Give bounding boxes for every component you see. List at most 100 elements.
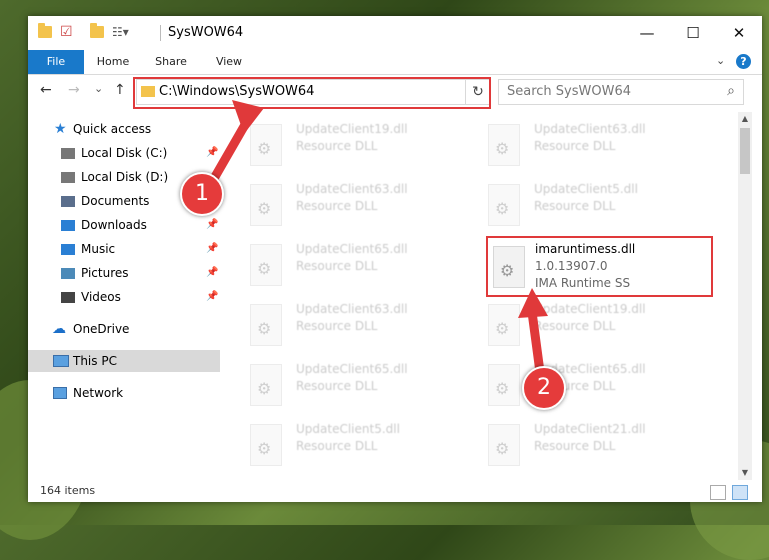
nav-label: Documents [81, 194, 150, 208]
drive-icon [61, 148, 75, 159]
sidebar-item-local-disk-c[interactable]: Local Disk (C:) 📌 [28, 142, 220, 164]
file-item[interactable]: UpdateClient21.dll Resource DLL [488, 418, 708, 474]
help-icon[interactable]: ? [736, 54, 751, 69]
nav-label: This PC [73, 354, 117, 368]
dll-file-icon [250, 244, 282, 286]
expand-ribbon-icon[interactable]: ⌄ [716, 54, 725, 67]
sidebar-item-downloads[interactable]: Downloads 📌 [28, 214, 220, 236]
back-button[interactable]: ← [40, 82, 52, 98]
network-icon [53, 387, 67, 399]
file-name: UpdateClient65.dll [296, 242, 408, 256]
properties-icon[interactable]: ☑ [60, 24, 76, 40]
up-button[interactable]: ↑ [114, 82, 126, 98]
tab-file[interactable]: File [28, 50, 84, 74]
computer-icon [53, 355, 69, 367]
nav-quick-access[interactable]: ★ Quick access [28, 118, 220, 140]
folder-icon [38, 23, 52, 38]
minimize-button[interactable]: — [624, 16, 670, 50]
search-input[interactable]: Search SysWOW64 [507, 84, 631, 99]
file-item[interactable]: UpdateClient19.dll Resource DLL [488, 298, 708, 354]
nav-label: Network [73, 386, 124, 400]
scroll-down-icon[interactable]: ▼ [738, 466, 752, 480]
dll-file-icon [488, 304, 520, 346]
file-description: Resource DLL [296, 199, 378, 213]
sidebar-item-music[interactable]: Music 📌 [28, 238, 220, 260]
ribbon: File Home Share View ⌄ ? [28, 50, 762, 75]
sidebar-item-videos[interactable]: Videos 📌 [28, 286, 220, 308]
dll-file-icon [250, 304, 282, 346]
videos-icon [61, 292, 75, 303]
search-box[interactable]: Search SysWOW64 ⌕ [498, 79, 744, 105]
nav-label: Videos [81, 290, 121, 304]
file-description: Resource DLL [534, 319, 616, 333]
window-title: SysWOW64 [168, 25, 244, 40]
file-item[interactable]: UpdateClient5.dll Resource DLL [250, 418, 470, 474]
file-name: UpdateClient19.dll [296, 122, 408, 136]
sidebar-item-pictures[interactable]: Pictures 📌 [28, 262, 220, 284]
step-badge-1: 1 [180, 172, 224, 216]
file-item[interactable]: UpdateClient63.dll Resource DLL [488, 118, 708, 174]
scrollbar-thumb[interactable] [740, 128, 750, 174]
nav-label: Pictures [81, 266, 129, 280]
tab-share[interactable]: Share [146, 50, 196, 74]
nav-label: Quick access [73, 122, 152, 136]
recent-locations-button[interactable]: ⌄ [94, 82, 103, 95]
dll-file-icon [488, 184, 520, 226]
tab-home[interactable]: Home [88, 50, 138, 74]
status-bar: 164 items [28, 482, 762, 502]
dll-file-icon [250, 424, 282, 466]
tab-view[interactable]: View [204, 50, 254, 74]
file-description: Resource DLL [296, 259, 378, 273]
forward-button[interactable]: → [68, 82, 80, 98]
pin-icon: 📌 [206, 291, 219, 302]
vertical-scrollbar[interactable]: ▲ ▼ [738, 112, 752, 480]
file-item[interactable]: UpdateClient65.dllResource DLL [488, 358, 708, 414]
file-item[interactable]: UpdateClient19.dll Resource DLL [250, 118, 470, 174]
file-name: UpdateClient21.dll [534, 422, 646, 436]
nav-this-pc[interactable]: This PC [28, 350, 220, 372]
file-description: Resource DLL [534, 199, 616, 213]
nav-onedrive[interactable]: ☁ OneDrive [28, 318, 220, 340]
file-description: Resource DLL [296, 139, 378, 153]
dll-file-icon [488, 424, 520, 466]
nav-network[interactable]: Network [28, 382, 220, 404]
dll-file-icon [488, 124, 520, 166]
details-view-icon[interactable] [710, 485, 726, 500]
pin-icon: 📌 [206, 243, 219, 254]
file-item[interactable]: UpdateClient63.dll Resource DLL [250, 298, 470, 354]
file-item[interactable]: UpdateClient65.dll Resource DLL [250, 358, 470, 414]
item-count: 164 items [40, 484, 96, 497]
file-name: UpdateClient5.dll [296, 422, 400, 436]
search-icon[interactable]: ⌕ [727, 83, 735, 99]
address-highlight-box [133, 77, 491, 109]
music-icon [61, 244, 75, 255]
new-folder-icon[interactable] [90, 23, 104, 38]
dll-file-icon [250, 364, 282, 406]
dll-file-icon [250, 184, 282, 226]
large-icons-view-icon[interactable] [732, 485, 748, 500]
close-button[interactable]: ✕ [716, 16, 762, 50]
file-highlight-box [486, 236, 713, 297]
navigation-pane: ★ Quick access Local Disk (C:) 📌 Local Dis… [28, 116, 224, 486]
file-name: UpdateClient19.dll [534, 302, 646, 316]
file-name: UpdateClient63.dll [296, 182, 408, 196]
scroll-up-icon[interactable]: ▲ [738, 112, 752, 126]
file-name: UpdateClient65.dll [296, 362, 408, 376]
file-description: Resource DLL [296, 319, 378, 333]
drive-icon [61, 172, 75, 183]
documents-icon [61, 196, 75, 207]
customize-toolbar-icon[interactable]: ☷▾ [112, 25, 138, 39]
file-item[interactable]: UpdateClient65.dll Resource DLL [250, 238, 470, 294]
maximize-button[interactable]: ☐ [670, 16, 716, 50]
file-description: Resource DLL [534, 139, 616, 153]
file-item[interactable]: UpdateClient63.dll Resource DLL [250, 178, 470, 234]
nav-label: OneDrive [73, 322, 130, 336]
step-badge-2: 2 [522, 366, 566, 410]
file-name: UpdateClient63.dll [534, 122, 646, 136]
file-description: Resource DLL [296, 379, 378, 393]
star-icon: ★ [54, 121, 67, 137]
file-item[interactable]: UpdateClient5.dll Resource DLL [488, 178, 708, 234]
cloud-icon: ☁ [52, 321, 66, 337]
nav-label: Local Disk (C:) [81, 146, 168, 160]
nav-label: Local Disk (D:) [81, 170, 169, 184]
